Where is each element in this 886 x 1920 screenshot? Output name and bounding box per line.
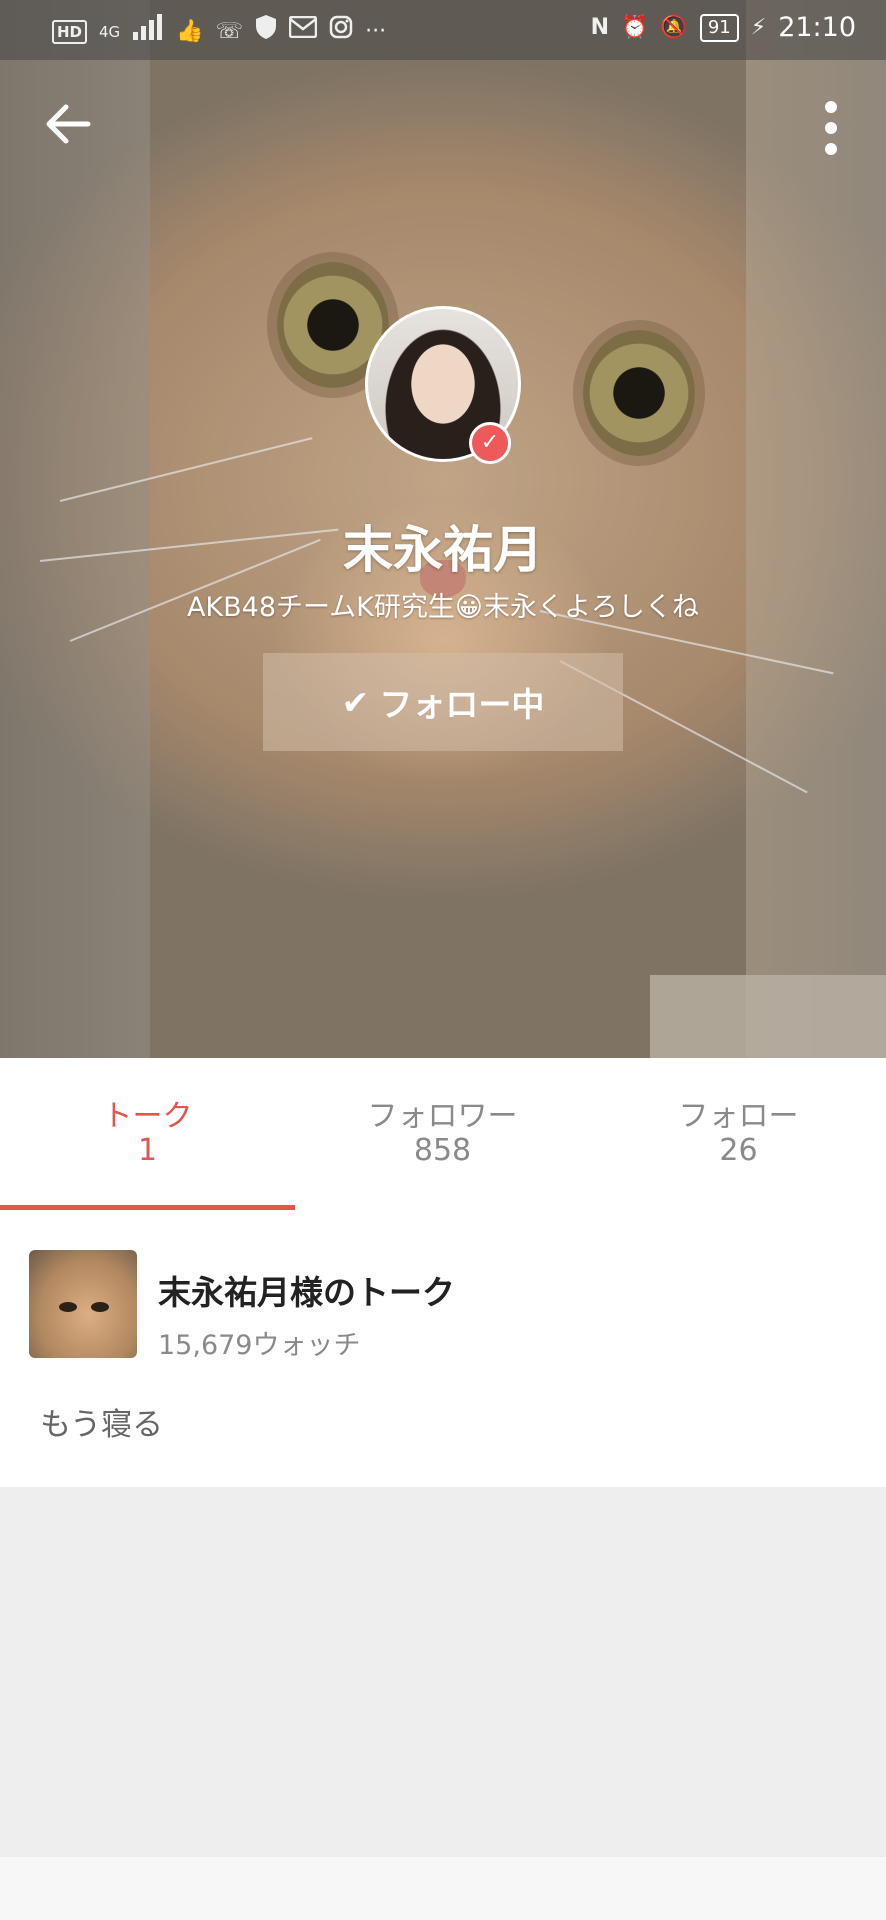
instagram-icon [329,15,353,48]
more-notifications-icon: ··· [365,18,387,44]
tab-label: トーク [102,1099,193,1134]
verified-badge-icon: ✓ [469,422,511,464]
talk-title: 末永祐月様のトーク [158,1273,455,1312]
checkmark-icon: ✔ [341,682,370,722]
hd-icon: HD [52,19,88,44]
charging-icon: ⚡ [750,14,767,40]
tab-following[interactable]: フォロー 26 [591,1058,886,1211]
status-bar-left-icons: HD 4G 👍 ☏ ··· [52,14,386,49]
back-button[interactable] [42,98,94,150]
status-bar-right: N ⏰ 🔕 91 ⚡ 21:10 [591,12,856,43]
profile-tabs: トーク 1 フォロワー 858 フォロー 26 [0,1058,886,1215]
following-button-label: フォロー中 [379,685,545,724]
profile-bio: AKB48チームK研究生😀末永くよろしくね [186,592,700,623]
shield-icon [255,14,277,49]
tab-count: 26 [719,1133,758,1168]
talk-thumbnail [29,1250,137,1358]
tab-label: フォロー [678,1099,799,1134]
watch-count: 15,679ウォッチ [158,1330,361,1361]
tab-count: 858 [413,1133,472,1168]
profile-name: 末永祐月 [343,521,543,579]
tab-talk[interactable]: トーク 1 [0,1058,295,1211]
back-arrow-icon [46,104,91,144]
more-options-button[interactable] [816,100,846,156]
thumb-icon: 👍 [176,18,204,44]
alarm-icon: ⏰ [621,14,649,40]
status-bar: HD 4G 👍 ☏ ··· N ⏰ 🔕 91 ⚡ 21:10 [0,0,886,60]
following-button[interactable]: ✔ フォロー中 [263,653,623,751]
thumb-cat-eye [91,1302,109,1312]
active-tab-indicator [0,1205,295,1210]
battery-level: 91 [699,13,739,42]
latest-message: もう寝る [40,1407,164,1443]
mail-icon [288,15,318,47]
network-4g-icon: 4G [99,22,121,41]
tab-label: フォロワー [367,1099,518,1134]
nfc-icon: N [590,14,610,40]
tab-followers[interactable]: フォロワー 858 [295,1058,590,1211]
clock: 21:10 [778,12,856,43]
signal-icon [132,14,164,49]
mute-icon: 🔕 [660,14,688,40]
bottom-area [0,1857,886,1920]
more-vertical-icon [825,101,837,155]
profile-avatar[interactable]: ✓ [365,306,521,464]
wifi-calling-icon: ☏ [215,18,244,44]
thumb-cat-eye [59,1302,77,1312]
talk-card[interactable]: 末永祐月様のトーク 15,679ウォッチ もう寝る [0,1211,886,1487]
tab-count: 1 [137,1133,158,1168]
